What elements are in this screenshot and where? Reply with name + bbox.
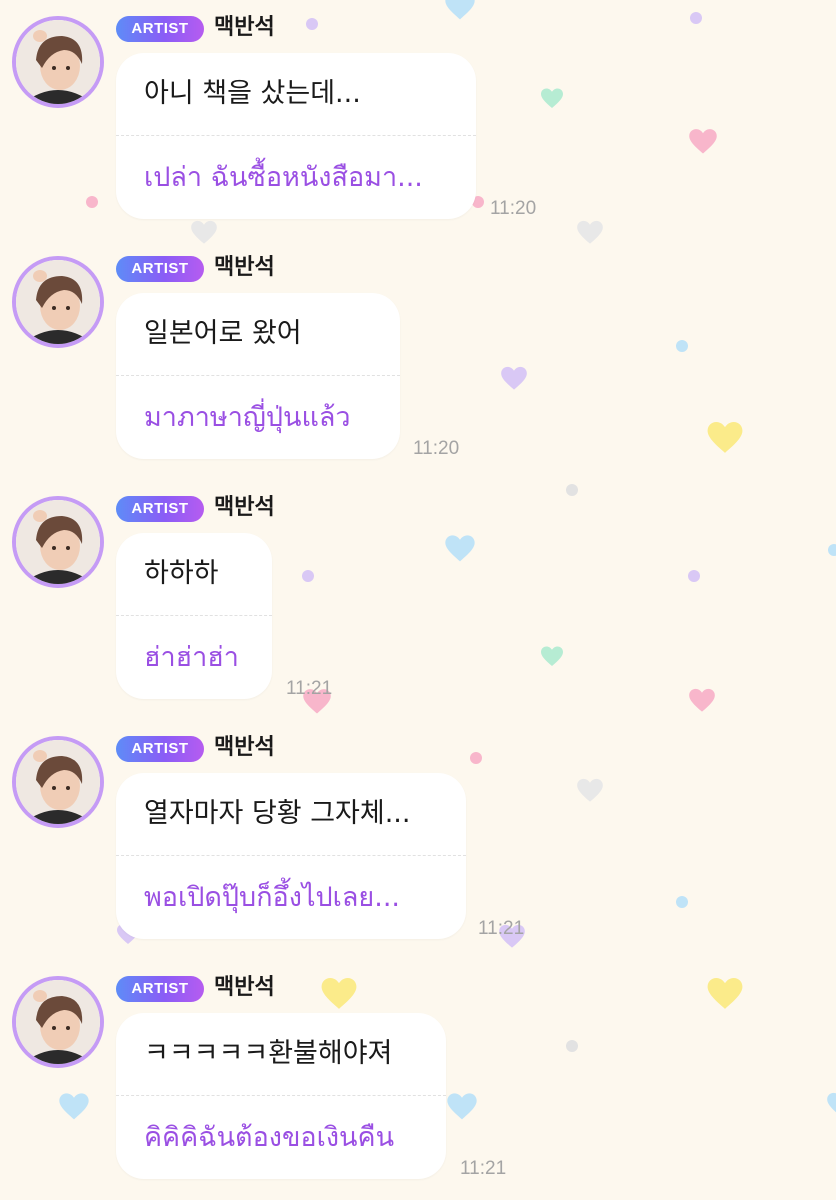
message-text: ㅋㅋㅋㅋㅋ환불해야져: [144, 1038, 393, 1069]
artist-badge: ARTIST: [116, 496, 204, 522]
translation-divider: [116, 135, 476, 136]
message-bubble[interactable]: 열자마자 당황 그자체... พอเปิดปุ๊บก็อึ้งไปเลย...: [116, 773, 466, 939]
artist-badge: ARTIST: [116, 976, 204, 1002]
message-text: 하하하: [144, 558, 219, 589]
message-bubble[interactable]: 일본어로 왔어 มาภาษาญี่ปุ่นแล้ว: [116, 293, 400, 459]
message-timestamp: 11:21: [478, 918, 525, 939]
message-timestamp: 11:21: [286, 678, 333, 699]
sender-name[interactable]: 맥반석: [214, 732, 275, 764]
translation-text: พอเปิดปุ๊บก็อึ้งไปเลย...: [144, 882, 400, 913]
chat-screen: ARTIST 맥반석 아니 책을 샀는데... เปล่า ฉันซื้อหนั…: [0, 0, 836, 1200]
artist-badge: ARTIST: [116, 256, 204, 282]
artist-badge: ARTIST: [116, 736, 204, 762]
chat-message: ARTIST 맥반석 ㅋㅋㅋㅋㅋ환불해야져 คิคิคิฉันต้องขอเงิ…: [0, 960, 836, 1200]
message-timestamp: 11:21: [460, 1158, 507, 1179]
translation-divider: [116, 1095, 446, 1096]
chat-message: ARTIST 맥반석 아니 책을 샀는데... เปล่า ฉันซื้อหนั…: [0, 0, 836, 240]
message-bubble[interactable]: 아니 책을 샀는데... เปล่า ฉันซื้อหนังสือมา...: [116, 53, 476, 219]
sender-name[interactable]: 맥반석: [214, 252, 275, 284]
message-timestamp: 11:20: [413, 438, 460, 459]
avatar[interactable]: [12, 256, 104, 348]
translation-divider: [116, 855, 466, 856]
translation-text: มาภาษาญี่ปุ่นแล้ว: [144, 402, 351, 433]
chat-message: ARTIST 맥반석 열자마자 당황 그자체... พอเปิดปุ๊บก็อึ…: [0, 720, 836, 960]
chat-message: ARTIST 맥반석 하하하 ฮ่าฮ่าฮ่า 11:21: [0, 480, 836, 720]
translation-text: เปล่า ฉันซื้อหนังสือมา...: [144, 162, 423, 193]
message-text: 아니 책을 샀는데...: [144, 78, 361, 109]
message-bubble[interactable]: ㅋㅋㅋㅋㅋ환불해야져 คิคิคิฉันต้องขอเงินคืน: [116, 1013, 446, 1179]
translation-text: คิคิคิฉันต้องขอเงินคืน: [144, 1122, 395, 1153]
translation-divider: [116, 375, 400, 376]
message-text: 일본어로 왔어: [144, 318, 302, 349]
translation-text: ฮ่าฮ่าฮ่า: [144, 642, 239, 673]
avatar[interactable]: [12, 16, 104, 108]
artist-badge: ARTIST: [116, 16, 204, 42]
message-text: 열자마자 당황 그자체...: [144, 798, 411, 829]
message-bubble[interactable]: 하하하 ฮ่าฮ่าฮ่า: [116, 533, 272, 699]
sender-name[interactable]: 맥반석: [214, 972, 275, 1004]
chat-message: ARTIST 맥반석 일본어로 왔어 มาภาษาญี่ปุ่นแล้ว 11:…: [0, 240, 836, 480]
avatar[interactable]: [12, 496, 104, 588]
avatar[interactable]: [12, 976, 104, 1068]
sender-name[interactable]: 맥반석: [214, 492, 275, 524]
avatar[interactable]: [12, 736, 104, 828]
message-timestamp: 11:20: [490, 198, 537, 219]
translation-divider: [116, 615, 272, 616]
sender-name[interactable]: 맥반석: [214, 12, 275, 44]
